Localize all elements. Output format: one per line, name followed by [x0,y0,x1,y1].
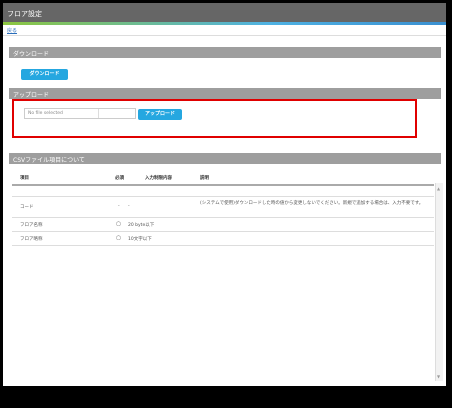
row-limit: - [128,204,130,209]
table-row: フロア略称 ◯ 10文字以下 [12,232,434,246]
row-required: ◯ [116,222,122,227]
download-section-header: ダウンロード [9,47,441,58]
download-button[interactable]: ダウンロード [21,69,68,80]
row-limit: 10文字以下 [128,237,152,242]
upload-section-title: アップロード [13,92,50,99]
column-header-limit: 入力制限内容 [145,176,172,181]
file-input[interactable]: No file selected [24,108,136,119]
title-bar: フロア設定 [3,3,446,22]
window-title: フロア設定 [7,10,42,18]
app-window: フロア設定 戻る ダウンロード ダウンロード アップロード No file se… [3,3,446,386]
column-header-item: 項目 [20,176,29,181]
file-input-divider [98,109,99,118]
csv-info-section-title: CSVファイル項目について [13,157,85,164]
csv-info-section-header: CSVファイル項目について [9,153,441,164]
table-spacer-row [12,186,434,197]
csv-info-table: 項目 必須 入力制限内容 説明 コード - - (システムで使用)ダウンロードし… [12,171,434,246]
row-limit: 20 byte以下 [128,223,155,228]
row-item: コード [20,205,34,210]
upload-section-header: アップロード [9,88,441,99]
vertical-scrollbar[interactable]: ▲ ▼ [435,183,443,381]
row-required: - [118,204,120,209]
row-required: ◯ [116,236,122,241]
table-header-row: 項目 必須 入力制限内容 説明 [12,171,434,186]
table-row: フロア名称 ◯ 20 byte以下 [12,218,434,232]
row-description: (システムで使用)ダウンロードした時の値から変更しないでください。新規で追加する… [200,201,424,206]
column-header-description: 説明 [200,176,209,181]
upload-button[interactable]: アップロード [138,109,182,120]
table-row: コード - - (システムで使用)ダウンロードした時の値から変更しないでください… [12,197,434,218]
back-link[interactable]: 戻る [7,27,17,34]
scroll-up-arrow-icon[interactable]: ▲ [437,186,440,191]
file-input-placeholder: No file selected [28,111,63,116]
scroll-down-arrow-icon[interactable]: ▼ [437,374,440,379]
row-item: フロア略称 [20,237,43,242]
accent-stripe [3,22,446,25]
column-header-required: 必須 [115,176,124,181]
download-section-title: ダウンロード [13,51,50,58]
row-item: フロア名称 [20,223,43,228]
divider [3,35,446,36]
bottom-bar [0,386,452,408]
